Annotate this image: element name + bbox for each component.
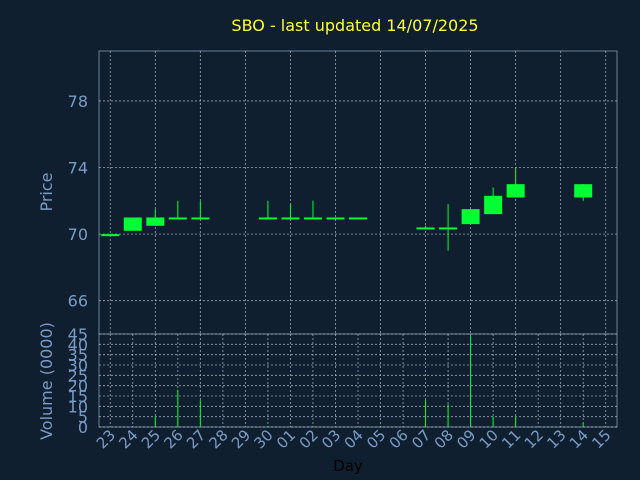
- chart-title: SBO - last updated 14/07/2025: [231, 16, 478, 35]
- price-y-tick-label: 70: [68, 225, 88, 244]
- candle-body: [101, 234, 120, 237]
- candle-body: [349, 217, 367, 220]
- candle: [326, 217, 345, 220]
- candle-body: [326, 217, 345, 220]
- volume-y-tick-label: 45: [68, 325, 88, 344]
- candle-body: [461, 209, 480, 225]
- candle: [349, 217, 367, 220]
- candle-body: [439, 227, 458, 230]
- chart-background: [0, 0, 640, 480]
- price-y-tick-label: 74: [68, 159, 88, 178]
- candle-body: [168, 217, 187, 220]
- candle-body: [258, 217, 277, 220]
- price-y-tick-label: 78: [68, 92, 88, 111]
- candle-body: [416, 227, 435, 230]
- candle-body: [123, 217, 142, 231]
- candle: [123, 217, 142, 231]
- x-axis-ticks: 2324252627282930010203040506070809101112…: [93, 426, 615, 452]
- price-y-tick-label: 66: [68, 292, 88, 311]
- candle-body: [146, 217, 165, 226]
- x-axis-label: Day: [333, 457, 363, 475]
- candle-body: [191, 217, 210, 220]
- volume-y-axis-label: Volume (0000): [37, 322, 56, 440]
- candle-body: [574, 184, 593, 198]
- candle: [101, 234, 120, 237]
- candle-body: [303, 217, 322, 220]
- chart-canvas: SBO - last updated 14/07/2025 66 70 74 78 P…: [0, 0, 640, 480]
- candle: [461, 209, 480, 225]
- candle-body: [506, 184, 525, 198]
- price-y-axis-label: Price: [37, 172, 56, 211]
- candle-body: [281, 217, 300, 220]
- candle-body: [484, 195, 503, 215]
